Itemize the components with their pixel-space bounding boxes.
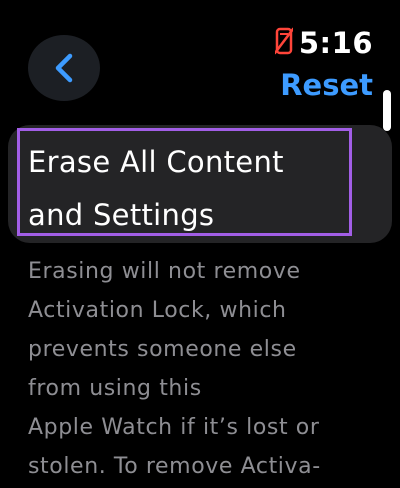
status-time: 5:16 <box>298 26 373 60</box>
watch-screen: 5:16 Reset Erase All Content and Setting… <box>0 0 400 488</box>
chevron-left-icon <box>54 53 74 83</box>
description-line: stolen. To remove Activa- <box>28 454 321 479</box>
description-line: Apple Watch if it’s lost or <box>28 415 320 440</box>
description-line: Activation Lock, which <box>28 298 287 323</box>
status-bar: 5:16 <box>273 26 373 60</box>
setting-title: Erase All Content and Settings <box>28 136 348 242</box>
setting-title-line: Erase All Content <box>28 145 284 179</box>
phone-disconnected-icon <box>273 27 295 59</box>
reset-button[interactable]: Reset <box>280 68 373 102</box>
back-button[interactable] <box>28 35 100 101</box>
scroll-indicator <box>383 90 391 131</box>
description-line: Erasing will not remove <box>28 259 301 284</box>
description-line: prevents someone else <box>28 337 297 362</box>
setting-title-line: and Settings <box>28 198 215 232</box>
description-line: from using this <box>28 376 202 401</box>
setting-description: Erasing will not remove Activation Lock,… <box>28 252 378 486</box>
